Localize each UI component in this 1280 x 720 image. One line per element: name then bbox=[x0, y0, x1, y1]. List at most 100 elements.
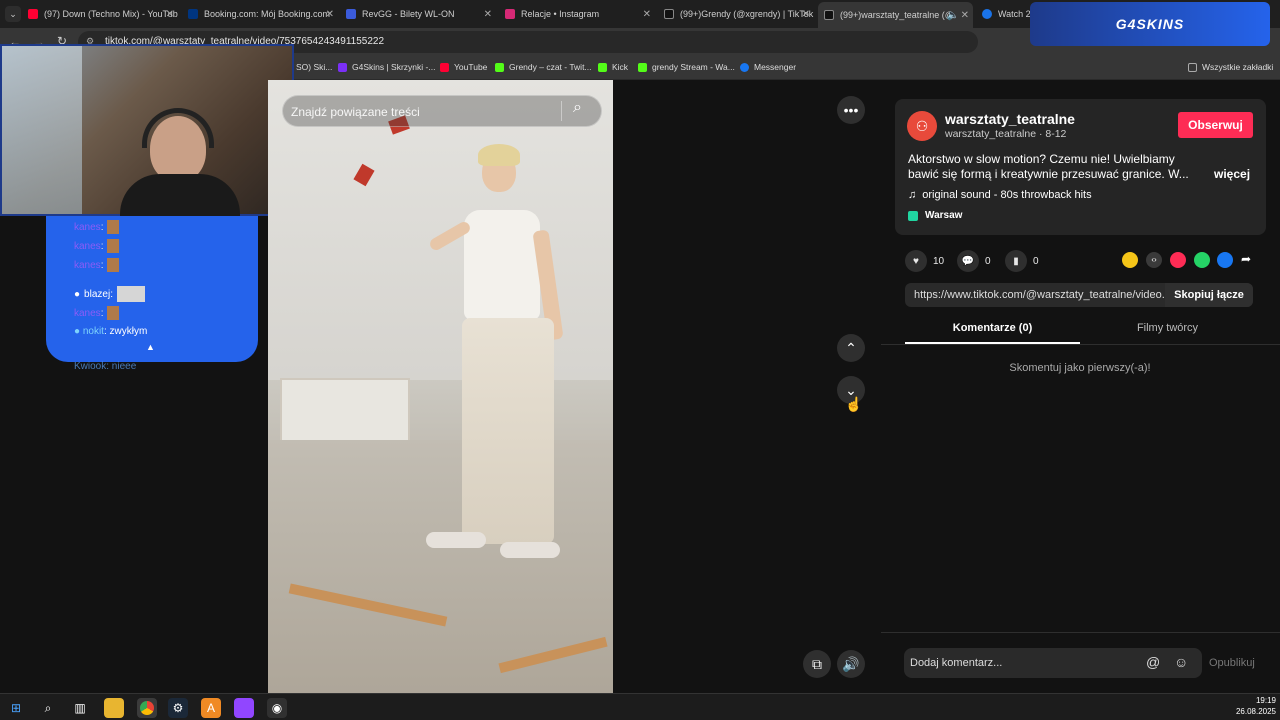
dancer-hair bbox=[478, 144, 520, 166]
bookmark-label: Wszystkie zakładki bbox=[1202, 62, 1274, 72]
windows-start-icon[interactable]: ⊞ bbox=[6, 698, 26, 718]
chat-overlay: kanes: kanes: kanes: ● blazej: kanes: ● … bbox=[46, 216, 258, 362]
steam-icon[interactable]: ⚙ bbox=[168, 698, 188, 718]
bookmark-g4skins[interactable]: G4Skins | Skrzynki -... bbox=[338, 62, 435, 72]
volume-button[interactable]: 🔊 bbox=[837, 650, 865, 678]
location-badge[interactable]: Warsaw bbox=[908, 210, 962, 221]
g4skins-overlay: G4SKINS bbox=[1030, 2, 1270, 46]
obs-icon[interactable]: ◉ bbox=[267, 698, 287, 718]
emoji-icon[interactable]: ☺ bbox=[1174, 654, 1188, 670]
more-link[interactable]: więcej bbox=[1214, 167, 1250, 181]
close-icon[interactable]: ✕ bbox=[961, 10, 969, 21]
bookmark-partial[interactable]: SO) Ski... bbox=[296, 62, 332, 72]
tab-label: (99+)warsztaty_teatralne (@ bbox=[840, 10, 954, 20]
task-view-icon[interactable]: ▥ bbox=[70, 698, 90, 718]
publish-button[interactable]: Opublikuj bbox=[1209, 657, 1255, 669]
tab-search-button[interactable]: ⌄ bbox=[5, 6, 21, 22]
repost-icon[interactable] bbox=[1122, 252, 1138, 268]
tab-comments[interactable]: Komentarze (0) bbox=[905, 322, 1080, 334]
speaker-icon: 🔊 bbox=[842, 655, 860, 672]
facebook-icon[interactable] bbox=[1217, 252, 1233, 268]
tab-tiktok-warsztaty[interactable]: (99+)warsztaty_teatralne (@ 🔈 ✕ bbox=[818, 2, 973, 28]
previous-video-button[interactable]: ⌃ bbox=[837, 334, 865, 362]
divider bbox=[881, 632, 1280, 633]
dancer-top bbox=[464, 210, 540, 320]
booking-icon bbox=[188, 9, 198, 19]
chat-line: ● nokit: zwykłym bbox=[74, 326, 148, 337]
share-arrow-icon[interactable]: ➦ bbox=[1241, 252, 1251, 266]
tab-youtube[interactable]: (97) Down (Techno Mix) - YouTube ✕ bbox=[28, 4, 178, 24]
tab-instagram[interactable]: Relacje • Instagram ✕ bbox=[505, 4, 655, 24]
emote-icon bbox=[107, 258, 120, 272]
embed-icon[interactable]: ‹› bbox=[1146, 252, 1162, 268]
headset bbox=[142, 108, 214, 148]
location-label: Warsaw bbox=[925, 210, 963, 221]
chat-message: zwykłym bbox=[109, 326, 148, 337]
more-options-button[interactable]: ••• bbox=[837, 96, 865, 124]
chat-line: kanes: bbox=[74, 258, 120, 272]
tab-booking[interactable]: Booking.com: Mój Booking.com ✕ bbox=[188, 4, 338, 24]
send-icon[interactable] bbox=[1170, 252, 1186, 268]
close-icon[interactable]: ✕ bbox=[166, 9, 174, 20]
tab-tiktok-grendy[interactable]: (99+)Grendy (@xgrendy) | TikTok ✕ bbox=[664, 4, 814, 24]
app-icon[interactable]: A bbox=[201, 698, 221, 718]
close-icon[interactable]: ✕ bbox=[484, 9, 492, 20]
kick-icon bbox=[495, 62, 504, 72]
tab-revgg[interactable]: RevGG - Bilety WL-ON ✕ bbox=[346, 4, 496, 24]
comment-field[interactable]: @ ☺ bbox=[904, 648, 1202, 678]
bookmark-grendy-stream[interactable]: grendy Stream - Wa... bbox=[638, 62, 735, 72]
follow-button[interactable]: Obserwuj bbox=[1178, 112, 1253, 138]
close-icon[interactable]: ✕ bbox=[643, 9, 651, 20]
sound-link[interactable]: ♫ original sound - 80s throwback hits bbox=[908, 189, 1092, 201]
tab-label: RevGG - Bilety WL-ON bbox=[362, 9, 455, 19]
clock-date[interactable]: 26.08.2025 bbox=[1220, 707, 1276, 716]
comment-count: 0 bbox=[985, 255, 991, 267]
comment-input[interactable] bbox=[910, 654, 1130, 672]
bookmark-youtube[interactable]: YouTube bbox=[440, 62, 487, 72]
bookmark-label: Grendy – czat - Twit... bbox=[509, 62, 592, 72]
dancer-shoe bbox=[426, 532, 486, 548]
location-icon bbox=[908, 210, 918, 221]
speaker-icon[interactable]: 🔈 bbox=[947, 10, 959, 21]
profile-handle: warsztaty_teatralne · 8-12 bbox=[945, 128, 1067, 140]
bookmark-kick[interactable]: Kick bbox=[598, 62, 628, 72]
youtube-icon bbox=[440, 62, 449, 72]
bookmark-grendy-twitch[interactable]: Grendy – czat - Twit... bbox=[495, 62, 592, 72]
bookmark-label: Kick bbox=[612, 62, 629, 72]
like-stat[interactable]: ♥ 10 bbox=[905, 250, 944, 272]
search-icon[interactable]: ⌕ bbox=[573, 99, 582, 117]
chrome-icon[interactable] bbox=[137, 698, 157, 718]
emote-icon bbox=[107, 306, 120, 320]
g4skins-icon bbox=[338, 62, 347, 72]
chevron-up-icon: ▲ bbox=[146, 342, 155, 352]
close-icon[interactable]: ✕ bbox=[802, 9, 810, 20]
file-explorer-icon[interactable] bbox=[104, 698, 124, 718]
mention-icon[interactable]: @ bbox=[1146, 654, 1160, 670]
search-bar[interactable]: ⌕ bbox=[282, 95, 602, 127]
whatsapp-icon[interactable] bbox=[1194, 252, 1210, 268]
chat-line: kanes: bbox=[74, 220, 120, 234]
search-icon[interactable]: ⌕ bbox=[38, 698, 58, 718]
heart-icon: ♥ bbox=[905, 250, 927, 272]
video-link[interactable]: https://www.tiktok.com/@warsztaty_teatra… bbox=[914, 289, 1171, 301]
comment-stat[interactable]: 💬 0 bbox=[957, 250, 991, 272]
save-stat[interactable]: ▮ 0 bbox=[1005, 250, 1039, 272]
tab-creator-videos[interactable]: Filmy twórcy bbox=[1080, 322, 1255, 334]
tab-label: (97) Down (Techno Mix) - YouTube bbox=[44, 9, 178, 19]
bookmark-messenger[interactable]: Messenger bbox=[740, 62, 796, 72]
pip-button[interactable]: ⧉ bbox=[803, 650, 831, 678]
clock-time[interactable]: 19:19 bbox=[1220, 696, 1276, 705]
chat-user: nokit bbox=[82, 326, 104, 337]
bookmark-label: SO) Ski... bbox=[296, 62, 333, 72]
avatar[interactable]: ⚇ bbox=[907, 111, 937, 141]
search-input[interactable] bbox=[291, 102, 551, 122]
tab-label: Booking.com: Mój Booking.com bbox=[204, 9, 331, 19]
streaming-app-icon[interactable] bbox=[234, 698, 254, 718]
profile-name[interactable]: warsztaty_teatralne bbox=[945, 111, 1075, 127]
video-player[interactable]: ⌕ bbox=[268, 80, 613, 693]
copy-link-button[interactable]: Skopiuj łącze bbox=[1165, 283, 1253, 307]
close-icon[interactable]: ✕ bbox=[326, 9, 334, 20]
all-bookmarks[interactable]: Wszystkie zakładki bbox=[1188, 62, 1273, 72]
window-light bbox=[2, 46, 82, 214]
kick-icon bbox=[598, 62, 607, 72]
